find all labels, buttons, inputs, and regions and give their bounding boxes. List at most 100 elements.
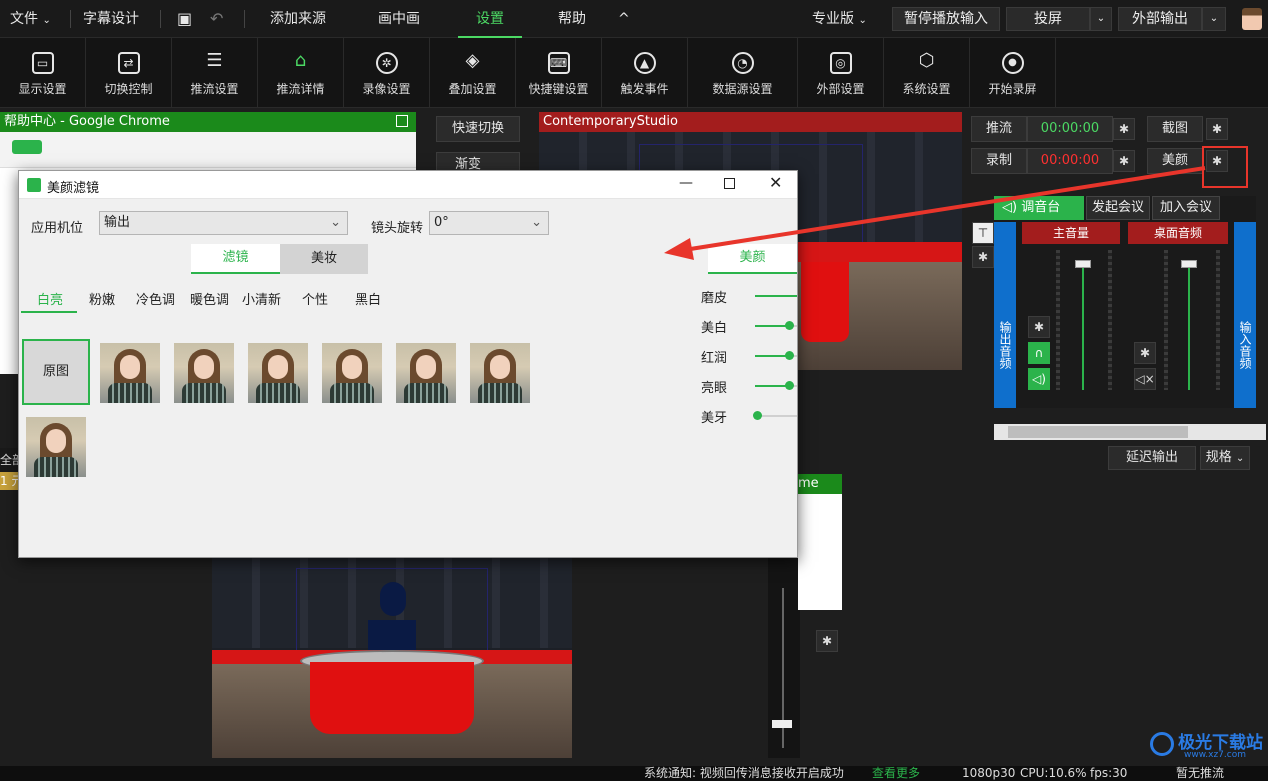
master-fader-knob[interactable] (1075, 260, 1091, 268)
filter-tab-fresh[interactable]: 小清新 (242, 289, 281, 308)
filter-tab-bright[interactable]: 白亮 (37, 289, 63, 308)
toolbar-external-settings[interactable]: ◎ 外部设置 (798, 38, 884, 108)
screenshot-gear-icon[interactable]: ✱ (1206, 118, 1228, 140)
face (120, 355, 140, 379)
avatar[interactable] (1242, 8, 1262, 30)
toolbar-label: 推流设置 (190, 82, 239, 96)
menu-add-source[interactable]: 添加来源 (270, 0, 326, 38)
filter-thumb-5[interactable] (396, 343, 456, 403)
filter-tab-personality[interactable]: 个性 (302, 289, 328, 308)
tab-makeup[interactable]: 美妆 (280, 244, 368, 274)
filter-tab-warm[interactable]: 暖色调 (190, 289, 229, 308)
menu-pro-edition[interactable]: 专业版 ⌄ (812, 0, 867, 38)
beauty-slider-label: 磨皮 (701, 291, 728, 306)
maximize-icon[interactable] (396, 115, 408, 127)
side-gear-icon[interactable]: ✱ (816, 630, 838, 652)
menu-settings[interactable]: 设置 (458, 0, 522, 38)
delay-output-button[interactable]: 延迟输出 (1108, 446, 1196, 470)
spec-button[interactable]: 规格 ⌄ (1200, 446, 1250, 470)
speaker-icon[interactable]: ◁) (1028, 368, 1050, 390)
collapse-icon[interactable]: ^ (618, 0, 630, 38)
camera-label: 应用机位 (31, 221, 84, 236)
transition-fader[interactable] (768, 558, 800, 758)
trigger-icon: ▲ (633, 52, 656, 74)
desk (801, 262, 849, 342)
desktop-fader-track[interactable] (1188, 262, 1190, 390)
rotate-select[interactable]: 0° ⌄ (429, 211, 549, 235)
camera-select[interactable]: 输出 ⌄ (99, 211, 348, 235)
side-chrome-preview[interactable]: me (798, 474, 842, 610)
menu-file[interactable]: 文件 ⌄ (10, 0, 51, 38)
broadcast-icon: ⌂ (294, 50, 307, 71)
cast-dropdown-icon[interactable]: ⌄ (1090, 7, 1112, 31)
filter-tab-bw[interactable]: 黑白 (355, 289, 381, 308)
toolbar-label: 开始录屏 (988, 82, 1037, 96)
desk (310, 662, 474, 734)
rotate-label: 镜头旋转 (371, 221, 424, 236)
mute-icon[interactable]: ◁× (1134, 368, 1156, 390)
toolbar-record-settings[interactable]: ✲ 录像设置 (344, 38, 430, 108)
external-icon: ◎ (829, 52, 852, 74)
face (416, 355, 436, 379)
filter-thumb-1[interactable] (100, 343, 160, 403)
beauty-slider-knob[interactable] (785, 351, 794, 360)
menu-help[interactable]: 帮助 (558, 0, 586, 38)
toolbar-label: 切换控制 (104, 82, 153, 96)
filter-thumb-2[interactable] (174, 343, 234, 403)
toolbar-system-settings[interactable]: ⬡ 系统设置 (884, 38, 970, 108)
input-audio-strip: 输入音频 (1234, 222, 1256, 408)
desktop-fader-knob[interactable] (1181, 260, 1197, 268)
filter-thumb-4[interactable] (322, 343, 382, 403)
filter-tab-pink[interactable]: 粉嫩 (89, 289, 115, 308)
menu-file-label: 文件 (10, 11, 38, 27)
face (268, 355, 288, 379)
menu-pip[interactable]: 画中画 (378, 0, 420, 38)
tab-filter[interactable]: 滤镜 (191, 244, 280, 274)
filter-tab-cool[interactable]: 冷色调 (136, 289, 175, 308)
beauty-slider-fill (755, 325, 789, 327)
body (404, 383, 448, 403)
toolbar-switch-control[interactable]: ⇄ 切换控制 (86, 38, 172, 108)
status-more-link[interactable]: 查看更多 (872, 766, 920, 781)
chevron-down-icon: ⌄ (531, 215, 542, 230)
beauty-slider-fill (755, 355, 789, 357)
divider (160, 10, 161, 28)
save-icon[interactable]: ▣ (177, 0, 192, 38)
toolbar-data-source-settings[interactable]: ◔ 数据源设置 (688, 38, 798, 108)
chevron-down-icon: ⌄ (858, 15, 867, 26)
filter-thumb-6[interactable] (470, 343, 530, 403)
headphone-icon[interactable]: ∩ (1028, 342, 1050, 364)
quick-switch-button[interactable]: 快速切换 (436, 116, 520, 142)
filter-original[interactable]: 原图 (22, 339, 90, 405)
screenshot-button[interactable]: 截图 (1147, 116, 1203, 142)
lower-studio-preview[interactable] (212, 558, 572, 758)
filter-thumb-3[interactable] (248, 343, 308, 403)
toolbar-hotkey-settings[interactable]: ⌨ 快捷键设置 (516, 38, 602, 108)
toolbar-overlay-settings[interactable]: ◈ 叠加设置 (430, 38, 516, 108)
pause-input-button[interactable]: 暂停播放输入 (892, 7, 1000, 31)
toolbar-stream-settings[interactable]: ☰ 推流设置 (172, 38, 258, 108)
mixer-scrollbar[interactable] (994, 424, 1266, 440)
scrollbar-thumb[interactable] (1008, 426, 1188, 438)
toolbar-trigger-events[interactable]: ▲ 触发事件 (602, 38, 688, 108)
menu-caption-design[interactable]: 字幕设计 (83, 0, 139, 38)
push-button[interactable]: 推流 (971, 116, 1027, 142)
undo-icon[interactable]: ↶ (210, 0, 223, 38)
toolbar-start-screen-record[interactable]: ● 开始录屏 (970, 38, 1056, 108)
external-dropdown-icon[interactable]: ⌄ (1202, 7, 1226, 31)
external-output-button[interactable]: 外部输出 (1118, 7, 1202, 31)
settings-toolbar: ▭ 显示设置 ⇄ 切换控制 ☰ 推流设置 ⌂ 推流详情 ✲ 录像设置 ◈ 叠加设置 ⌨ 快捷键… (0, 38, 1268, 108)
side-preview-title: me (798, 474, 842, 494)
toolbar-stream-details[interactable]: ⌂ 推流详情 (258, 38, 344, 108)
fader-knob[interactable] (772, 720, 792, 728)
beauty-slider-knob[interactable] (785, 381, 794, 390)
filter-thumb-7[interactable] (26, 417, 86, 477)
desktop-gear-icon[interactable]: ✱ (1134, 342, 1156, 364)
cast-button[interactable]: 投屏 (1006, 7, 1090, 31)
master-gear-icon[interactable]: ✱ (1028, 316, 1050, 338)
toolbar-display-settings[interactable]: ▭ 显示设置 (0, 38, 86, 108)
master-fader-track[interactable] (1082, 260, 1084, 390)
push-gear-icon[interactable]: ✱ (1113, 118, 1135, 140)
beauty-slider-knob[interactable] (753, 411, 762, 420)
beauty-slider-knob[interactable] (785, 321, 794, 330)
